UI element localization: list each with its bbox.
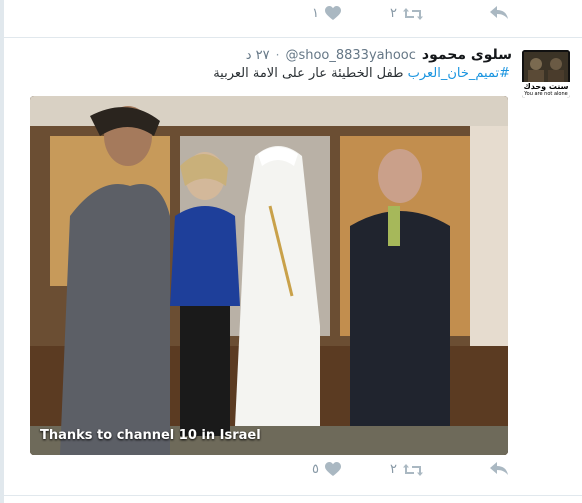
reply-icon [490, 6, 508, 19]
retweet-count: ٢ [390, 462, 397, 477]
previous-tweet-actions: ١ ٢ [0, 6, 582, 30]
tweet-body: طفل الخطيئة عار على الامة العربية [213, 66, 408, 81]
reply-action[interactable] [490, 6, 508, 20]
like-action[interactable]: ١ [312, 6, 341, 21]
hashtag-link[interactable]: #تميم_خان_العرب [408, 66, 510, 81]
avatar[interactable]: سنت وحدك You are not alone [522, 50, 570, 98]
retweet-count: ٢ [390, 6, 397, 21]
reply-action[interactable] [490, 462, 508, 476]
retweet-icon [402, 463, 423, 476]
tweet-divider [0, 37, 582, 38]
retweet-action[interactable]: ٢ [390, 462, 423, 477]
like-count: ١ [312, 6, 319, 21]
tweet-text: #تميم_خان_العرب طفل الخطيئة عار على الام… [213, 66, 510, 81]
like-count: ٥ [312, 462, 319, 477]
heart-icon [324, 462, 341, 476]
retweet-icon [402, 7, 423, 20]
reply-icon [490, 462, 508, 475]
video-caption: Thanks to channel 10 in Israel [40, 428, 261, 443]
avatar-caption: سنت وحدك [523, 82, 569, 91]
like-action[interactable]: ٥ [312, 462, 341, 477]
separator-dot: · [275, 48, 280, 62]
retweet-action[interactable]: ٢ [390, 6, 423, 21]
tweet-actions: ٥ ٢ [0, 462, 582, 486]
video-frame [30, 96, 508, 455]
avatar-subcaption: You are not alone [524, 91, 568, 97]
display-name[interactable]: سلوى محمود [422, 47, 512, 63]
video-player[interactable]: Thanks to channel 10 in Israel [30, 96, 508, 455]
tweet-time[interactable]: ٢٧ د [246, 48, 270, 63]
tweet[interactable]: سنت وحدك You are not alone سلوى محمود @s… [0, 42, 582, 500]
tweet-header: سلوى محمود @shoo_8833yahooc · ٢٧ د [246, 45, 512, 65]
bottom-divider [0, 495, 582, 496]
user-handle[interactable]: @shoo_8833yahooc [285, 48, 415, 63]
heart-icon [324, 6, 341, 20]
